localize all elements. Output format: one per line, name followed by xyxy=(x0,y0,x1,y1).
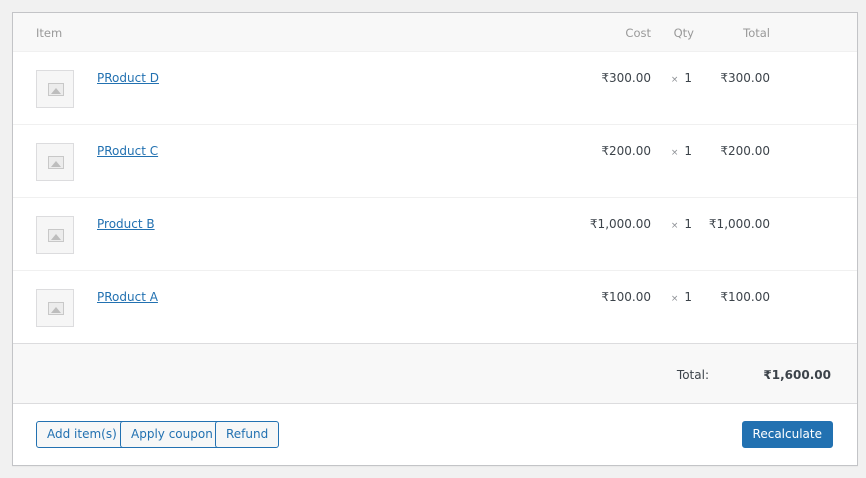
image-placeholder-icon xyxy=(36,143,74,181)
item-cost: ₹1,000.00 xyxy=(589,217,651,231)
recalculate-button[interactable]: Recalculate xyxy=(741,421,833,448)
refund-button[interactable]: Refund xyxy=(215,421,280,448)
order-total-amount: ₹1,600.00 xyxy=(763,368,831,382)
multiply-icon: × xyxy=(670,148,679,158)
item-qty-value: 1 xyxy=(684,290,692,304)
product-link[interactable]: PRoduct A xyxy=(97,290,158,304)
column-header-cost: Cost xyxy=(625,26,651,40)
item-qty: × 1 xyxy=(671,144,692,158)
column-header-total: Total xyxy=(743,26,770,40)
product-link[interactable]: PRoduct C xyxy=(97,144,158,158)
item-total: ₹300.00 xyxy=(720,71,770,85)
item-qty: × 1 xyxy=(671,217,692,231)
apply-coupon-button[interactable]: Apply coupon xyxy=(120,421,224,448)
image-placeholder-icon xyxy=(36,70,74,108)
add-items-button[interactable]: Add item(s) xyxy=(36,421,128,448)
item-qty-value: 1 xyxy=(684,217,692,231)
item-qty-value: 1 xyxy=(684,71,692,85)
order-actions: Add item(s) Apply coupon Refund Recalcul… xyxy=(13,404,857,465)
item-qty-value: 1 xyxy=(684,144,692,158)
item-total: ₹1,000.00 xyxy=(708,217,770,231)
table-row: Product B ₹1,000.00 × 1 ₹1,000.00 xyxy=(13,197,857,270)
table-row: PRoduct A ₹100.00 × 1 ₹100.00 xyxy=(13,270,857,343)
item-cost: ₹100.00 xyxy=(601,290,651,304)
item-qty: × 1 xyxy=(671,290,692,304)
column-header-item: Item xyxy=(36,26,63,40)
product-link[interactable]: Product B xyxy=(97,217,155,231)
item-cost: ₹300.00 xyxy=(601,71,651,85)
order-items-panel: Item Cost Qty Total PRoduct D ₹300.00 × 1… xyxy=(12,12,858,466)
multiply-icon: × xyxy=(670,75,679,85)
multiply-icon: × xyxy=(670,294,679,304)
table-row: PRoduct C ₹200.00 × 1 ₹200.00 xyxy=(13,124,857,197)
item-total: ₹100.00 xyxy=(720,290,770,304)
order-totals: Total: ₹1,600.00 xyxy=(13,343,857,404)
item-total: ₹200.00 xyxy=(720,144,770,158)
image-placeholder-icon xyxy=(36,289,74,327)
image-placeholder-icon xyxy=(36,216,74,254)
order-total-label: Total: xyxy=(676,368,709,382)
column-header-qty: Qty xyxy=(673,26,694,40)
table-row: PRoduct D ₹300.00 × 1 ₹300.00 xyxy=(13,51,857,124)
item-cost: ₹200.00 xyxy=(601,144,651,158)
product-link[interactable]: PRoduct D xyxy=(97,71,159,85)
items-table-header: Item Cost Qty Total xyxy=(13,13,857,51)
multiply-icon: × xyxy=(670,221,679,231)
item-qty: × 1 xyxy=(671,71,692,85)
